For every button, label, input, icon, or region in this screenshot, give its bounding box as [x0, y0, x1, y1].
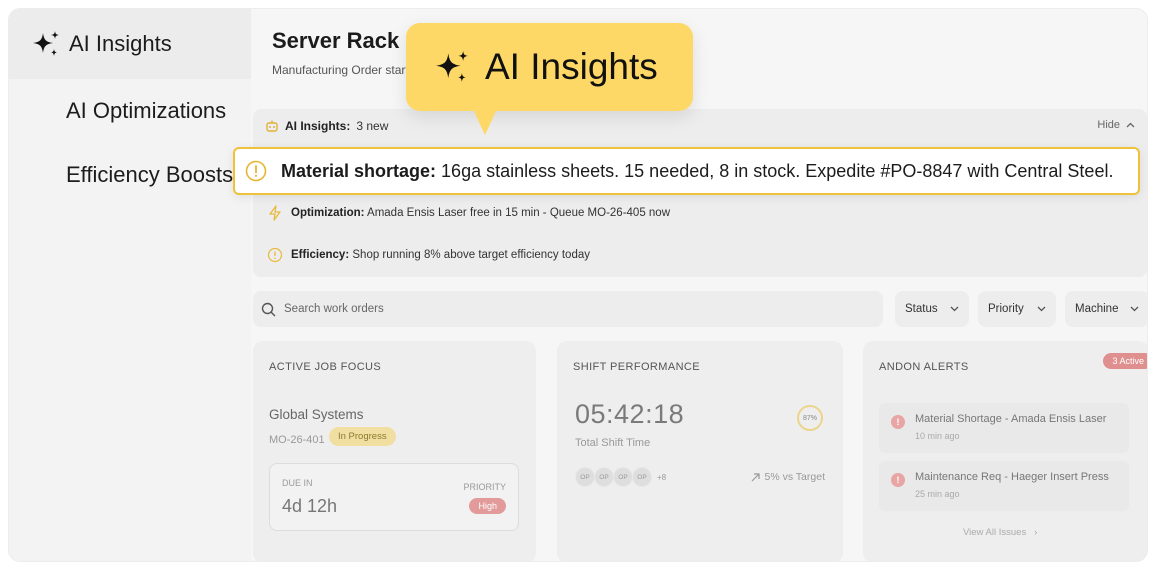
sidebar-item-label: AI Insights	[69, 31, 172, 56]
search-icon	[261, 302, 276, 316]
insight-text: Shop running 8% above target efficiency …	[352, 249, 590, 261]
tooltip-pointer	[473, 109, 497, 135]
chevron-down-icon	[1130, 306, 1139, 312]
status-filter[interactable]: Status	[895, 291, 969, 327]
due-label: DUE IN	[282, 478, 313, 488]
page-subtitle: Manufacturing Order starte	[272, 63, 416, 77]
operator-avatars: OP OP OP OP +8	[575, 467, 666, 487]
alert-time: 10 min ago	[915, 431, 960, 441]
insights-header: AI Insights: 3 new	[265, 119, 388, 133]
view-all-issues-link[interactable]: View All Issues ›	[963, 527, 1037, 538]
chevron-down-icon	[1037, 306, 1046, 312]
machine-filter[interactable]: Machine	[1065, 291, 1147, 327]
shift-timer: 05:42:18	[575, 399, 685, 429]
alert-item[interactable]: ! Material Shortage - Amada Ensis Laser …	[879, 403, 1129, 453]
hide-button[interactable]: Hide	[1097, 119, 1135, 131]
sparkles-icon	[435, 50, 469, 82]
efficiency-ring: 87%	[797, 405, 823, 431]
search-placeholder: Search work orders	[284, 303, 384, 315]
avatar: OP	[594, 467, 614, 487]
andon-alerts-card: ANDON ALERTS 3 Active ! Material Shortag…	[863, 341, 1147, 561]
vs-target: 5% vs Target	[751, 471, 825, 483]
active-job-card: ACTIVE JOB FOCUS Global Systems MO-26-40…	[253, 341, 536, 561]
alert-icon: !	[891, 473, 905, 487]
card-title: ACTIVE JOB FOCUS	[269, 361, 382, 373]
insight-text: Amada Ensis Laser free in 15 min - Queue…	[367, 207, 671, 219]
sidebar: AI Insights AI Optimizations Efficiency …	[9, 9, 251, 561]
insight-text: 16ga stainless sheets. 15 needed, 8 in s…	[441, 160, 1114, 181]
job-order-id: MO-26-401	[269, 434, 325, 446]
avatar: OP	[575, 467, 595, 487]
chevron-down-icon	[950, 306, 959, 312]
alert-time: 25 min ago	[915, 489, 960, 499]
insights-count: 3 new	[356, 119, 389, 133]
search-input[interactable]: Search work orders	[253, 291, 883, 327]
chevron-up-icon	[1126, 122, 1135, 128]
alert-title: Material Shortage - Amada Ensis Laser	[915, 413, 1107, 425]
sidebar-item-ai-optimizations[interactable]: AI Optimizations	[9, 91, 251, 131]
shift-performance-card: SHIFT PERFORMANCE 05:42:18 Total Shift T…	[557, 341, 843, 561]
main-content: Server Rack C Manufacturing Order starte…	[251, 9, 1147, 561]
sidebar-item-label: AI Optimizations	[66, 98, 227, 123]
warning-icon	[245, 160, 267, 182]
insight-row-optimization[interactable]: Optimization: Amada Ensis Laser free in …	[267, 205, 670, 221]
tooltip-label: AI Insights	[485, 46, 658, 87]
insight-type: Efficiency:	[291, 249, 350, 261]
chevron-right-icon: ›	[1028, 527, 1038, 538]
card-title: SHIFT PERFORMANCE	[573, 361, 700, 373]
due-box: DUE IN 4d 12h PRIORITY High	[269, 463, 519, 531]
alert-icon: !	[891, 415, 905, 429]
sidebar-item-efficiency-boosts[interactable]: Efficiency Boosts	[9, 155, 251, 195]
highlighted-insight-material-shortage[interactable]: Material shortage: 16ga stainless sheets…	[233, 147, 1140, 195]
robot-icon	[266, 120, 278, 132]
machine-filter-label: Machine	[1075, 303, 1119, 315]
avatar: OP	[632, 467, 652, 487]
hide-label: Hide	[1097, 119, 1120, 131]
job-customer: Global Systems	[269, 407, 364, 422]
sparkles-icon	[33, 31, 59, 56]
arrow-up-right-icon	[752, 472, 761, 481]
avatar-more-count: +8	[657, 472, 667, 482]
due-value: 4d 12h	[282, 496, 338, 516]
sidebar-item-label: Efficiency Boosts	[66, 162, 234, 187]
info-icon	[267, 247, 283, 263]
priority-filter[interactable]: Priority	[978, 291, 1056, 327]
ai-insights-tooltip: AI Insights	[406, 23, 693, 111]
sidebar-item-ai-insights[interactable]: AI Insights	[9, 9, 251, 79]
lightning-icon	[269, 205, 281, 221]
insight-type: Material shortage:	[281, 160, 437, 181]
view-all-label: View All Issues	[963, 527, 1027, 538]
insights-label: AI Insights:	[285, 119, 351, 133]
alert-title: Maintenance Req - Haeger Insert Press	[915, 471, 1109, 483]
priority-filter-label: Priority	[988, 303, 1024, 315]
insight-row-efficiency[interactable]: Efficiency: Shop running 8% above target…	[267, 247, 590, 263]
insight-type: Optimization:	[291, 207, 365, 219]
active-count-badge: 3 Active	[1103, 353, 1147, 369]
avatar: OP	[613, 467, 633, 487]
status-filter-label: Status	[905, 303, 938, 315]
priority-badge: High	[469, 498, 506, 514]
alert-item[interactable]: ! Maintenance Req - Haeger Insert Press …	[879, 461, 1129, 511]
page-title: Server Rack C	[272, 28, 422, 53]
shift-timer-label: Total Shift Time	[575, 437, 651, 449]
priority-label: PRIORITY	[463, 482, 506, 492]
card-title: ANDON ALERTS	[879, 361, 969, 373]
status-badge: In Progress	[329, 427, 396, 446]
vs-target-text: 5% vs Target	[764, 471, 825, 483]
